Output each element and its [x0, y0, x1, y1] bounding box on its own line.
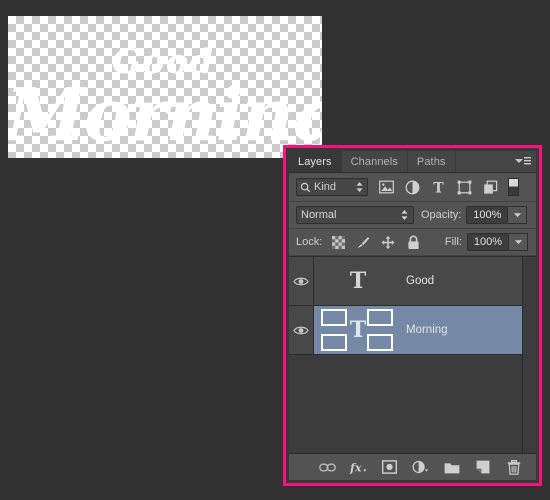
smart-object-filter-icon[interactable] — [482, 179, 499, 196]
layer-thumbnail-glyph: T — [349, 317, 367, 343]
fill-label: Fill: — [444, 236, 462, 248]
tab-layers[interactable]: Layers — [289, 151, 342, 172]
layers-panel-highlight: Layers Channels Paths Kind T Normal Opac… — [283, 145, 542, 486]
layer-filter-row: Kind T — [289, 173, 536, 202]
lock-position-icon[interactable] — [381, 235, 395, 250]
panel-tab-bar: Layers Channels Paths — [289, 151, 536, 173]
lock-row: Lock: Fill: 100% — [289, 229, 536, 256]
svg-text:fx: fx — [350, 460, 362, 474]
lock-all-icon[interactable] — [406, 235, 420, 250]
photoshop-window: Good Morning Layers Channels Paths Kind … — [0, 0, 550, 500]
lock-icons-group — [331, 235, 420, 250]
tab-paths-label: Paths — [416, 155, 446, 168]
layer-filter-kind-label: Kind — [314, 181, 337, 193]
opacity-input[interactable]: 100% — [466, 206, 509, 224]
table-row[interactable]: T Good — [289, 257, 536, 306]
delete-layer-icon[interactable] — [505, 459, 522, 476]
eye-icon — [293, 326, 309, 334]
layer-visibility-toggle[interactable] — [289, 257, 314, 305]
layer-name[interactable]: Good — [402, 275, 536, 287]
opacity-control: 100% — [461, 206, 528, 224]
layer-list-scrollbar[interactable] — [522, 257, 536, 453]
layer-name[interactable]: Morning — [402, 324, 536, 336]
layer-thumbnail-glyph: T — [349, 268, 367, 294]
new-group-icon[interactable] — [443, 459, 460, 476]
tab-channels[interactable]: Channels — [341, 151, 408, 172]
layer-list[interactable]: T Good T Morning — [289, 256, 536, 453]
fill-control: 100% — [462, 233, 528, 251]
stepper-arrows-icon[interactable] — [400, 209, 409, 221]
tab-layers-label: Layers — [298, 155, 332, 168]
tab-paths[interactable]: Paths — [407, 151, 456, 172]
canvas-text-morning: Morning — [8, 72, 322, 157]
layer-style-fx-icon[interactable]: fx — [350, 459, 367, 476]
layer-filter-type-icons: T — [378, 179, 499, 196]
eye-icon — [293, 277, 309, 285]
filter-enable-toggle[interactable] — [508, 178, 519, 196]
type-layer-filter-icon[interactable]: T — [430, 179, 447, 196]
layers-panel-bottom-bar: fx — [289, 453, 536, 480]
blend-mode-select[interactable]: Normal — [296, 206, 414, 224]
blend-mode-row: Normal Opacity: 100% — [289, 202, 536, 229]
stepper-arrows-icon[interactable] — [355, 181, 364, 193]
blend-mode-value: Normal — [301, 209, 337, 221]
link-layers-icon[interactable] — [319, 459, 336, 476]
fill-input[interactable]: 100% — [467, 233, 509, 251]
fill-dropdown-arrow[interactable] — [509, 233, 528, 251]
table-row[interactable]: T Morning — [289, 306, 536, 355]
new-adjustment-layer-icon[interactable] — [412, 459, 429, 476]
lock-image-pixels-icon[interactable] — [356, 235, 370, 250]
adjustment-layer-filter-icon[interactable] — [404, 179, 421, 196]
document-canvas[interactable]: Good Morning — [8, 16, 322, 158]
lock-label: Lock: — [296, 236, 323, 248]
layer-visibility-toggle[interactable] — [289, 306, 314, 354]
add-layer-mask-icon[interactable] — [381, 459, 398, 476]
layers-panel: Layers Channels Paths Kind T Normal Opac… — [289, 151, 536, 480]
new-layer-icon[interactable] — [474, 459, 491, 476]
magnifier-icon — [300, 182, 311, 193]
opacity-dropdown-arrow[interactable] — [508, 206, 528, 224]
lock-transparency-icon[interactable] — [331, 235, 345, 250]
tab-channels-label: Channels — [350, 155, 398, 168]
panel-menu-icon[interactable] — [514, 155, 532, 168]
layer-filter-kind-select[interactable]: Kind — [296, 178, 368, 196]
pixel-layer-filter-icon[interactable] — [378, 179, 395, 196]
layer-thumbnail[interactable]: T — [314, 306, 402, 354]
shape-layer-filter-icon[interactable] — [456, 179, 473, 196]
opacity-label: Opacity: — [421, 209, 462, 221]
layer-thumbnail[interactable]: T — [314, 257, 402, 305]
svg-text:T: T — [433, 180, 444, 195]
